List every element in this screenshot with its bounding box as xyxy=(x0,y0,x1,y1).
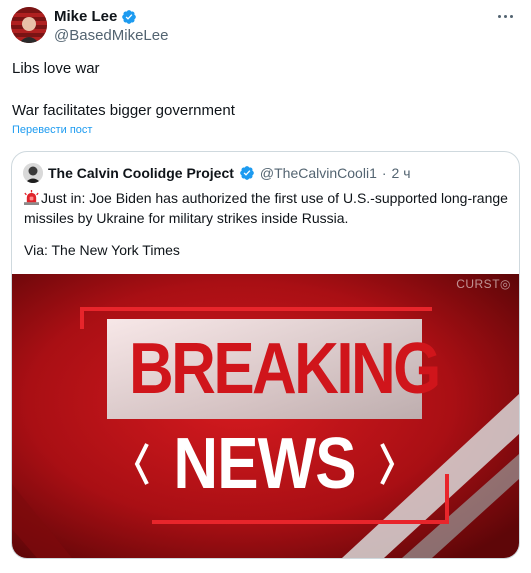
verified-badge-icon xyxy=(240,166,254,180)
verified-badge-icon xyxy=(122,10,137,24)
author-name[interactable]: Mike Lee xyxy=(54,8,117,26)
quote-author-handle[interactable]: @TheCalvinCooli1 xyxy=(260,165,377,181)
news-headline: NEWS xyxy=(173,424,356,504)
author-name-row: Mike Lee xyxy=(54,8,137,26)
quote-timestamp[interactable]: 2 ч xyxy=(392,165,411,181)
post-text-line-2: War facilitates bigger government xyxy=(12,102,235,119)
breaking-news-graphic xyxy=(12,274,519,558)
quote-header: The Calvin Coolidge Project @TheCalvinCo… xyxy=(23,163,411,183)
breaking-headline: BREAKING xyxy=(129,329,441,409)
more-options-icon xyxy=(497,14,501,18)
post-text-line-1: Libs love war xyxy=(12,60,100,77)
quote-author-avatar[interactable] xyxy=(23,163,43,183)
more-dot xyxy=(503,14,507,18)
author-avatar[interactable] xyxy=(11,7,47,43)
siren-icon xyxy=(24,190,39,205)
quote-text: Just in: Joe Biden has authorized the fi… xyxy=(24,188,510,228)
translate-post-link[interactable]: Перевести пост xyxy=(12,124,92,136)
quote-via: Via: The New York Times xyxy=(24,242,180,258)
separator-dot: · xyxy=(381,165,387,181)
quoted-tweet-card[interactable]: The Calvin Coolidge Project @TheCalvinCo… xyxy=(11,151,520,559)
breaking-news-image[interactable]: BREAKING NEWS CURST◎ xyxy=(12,274,519,558)
more-options-button[interactable] xyxy=(493,6,517,26)
quote-text-body: Just in: Joe Biden has authorized the fi… xyxy=(24,190,508,226)
quote-author-name[interactable]: The Calvin Coolidge Project xyxy=(48,165,234,181)
author-handle[interactable]: @BasedMikeLee xyxy=(54,27,168,45)
tweet: Mike Lee @BasedMikeLee Libs love war War… xyxy=(0,0,531,573)
more-dot xyxy=(509,14,513,18)
watermark: CURST◎ xyxy=(456,277,511,291)
